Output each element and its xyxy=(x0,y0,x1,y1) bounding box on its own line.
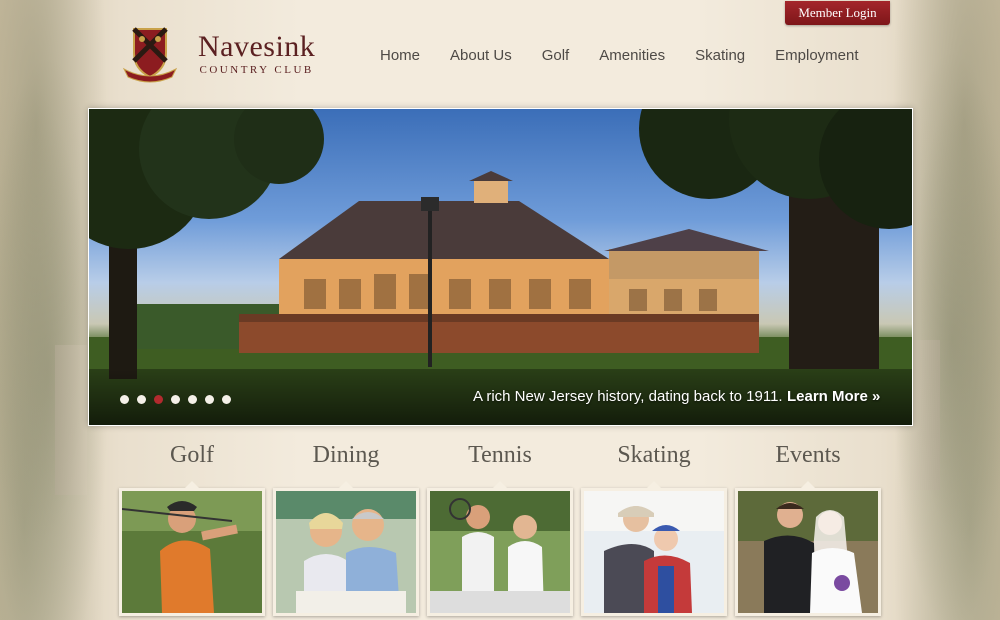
tennis-photo xyxy=(430,491,570,613)
feature-tile-tennis[interactable] xyxy=(427,488,573,616)
crest-icon xyxy=(122,27,178,83)
feature-title-events[interactable]: Events xyxy=(735,442,881,469)
slide-dot-3[interactable] xyxy=(154,395,163,404)
tile-notch-golf xyxy=(182,481,202,491)
skating-photo xyxy=(584,491,724,613)
feature-tile-events[interactable] xyxy=(735,488,881,616)
feature-tile-dining[interactable] xyxy=(273,488,419,616)
logo-name: Navesink xyxy=(198,30,316,63)
slide-dot-7[interactable] xyxy=(222,395,231,404)
learn-more-link[interactable]: Learn More » xyxy=(787,388,880,405)
feature-title-dining[interactable]: Dining xyxy=(273,442,419,469)
tile-notch-events xyxy=(798,481,818,491)
background-pillar-right xyxy=(910,340,940,490)
feature-tile-skating[interactable] xyxy=(581,488,727,616)
slide-dot-4[interactable] xyxy=(171,395,180,404)
nav-item-about-us[interactable]: About Us xyxy=(435,45,527,69)
feature-title-tennis[interactable]: Tennis xyxy=(427,442,573,469)
nav-item-amenities[interactable]: Amenities xyxy=(584,45,680,69)
logo-subtitle: COUNTRY CLUB xyxy=(199,64,314,76)
slide-dots xyxy=(120,395,239,404)
tile-notch-skating xyxy=(644,481,664,491)
site-logo[interactable]: Navesink COUNTRY CLUB xyxy=(120,22,330,86)
events-photo xyxy=(738,491,878,613)
member-login-button[interactable]: Member Login xyxy=(785,1,890,25)
slide-dot-6[interactable] xyxy=(205,395,214,404)
feature-title-skating[interactable]: Skating xyxy=(581,442,727,469)
dining-photo xyxy=(276,491,416,613)
tile-notch-dining xyxy=(336,481,356,491)
slide-dot-2[interactable] xyxy=(137,395,146,404)
hero-slideshow[interactable]: A rich New Jersey history, dating back t… xyxy=(88,108,913,426)
nav-item-home[interactable]: Home xyxy=(365,45,435,69)
nav-item-employment[interactable]: Employment xyxy=(760,45,873,69)
feature-title-golf[interactable]: Golf xyxy=(119,442,265,469)
nav-item-golf[interactable]: Golf xyxy=(527,45,585,69)
slide-dot-5[interactable] xyxy=(188,395,197,404)
feature-tile-golf[interactable] xyxy=(119,488,265,616)
tile-notch-tennis xyxy=(490,481,510,491)
golf-photo xyxy=(122,491,262,613)
slide-dot-1[interactable] xyxy=(120,395,129,404)
nav-item-skating[interactable]: Skating xyxy=(680,45,760,69)
main-nav: Home About Us Golf Amenities Skating Emp… xyxy=(365,45,874,69)
hero-caption: A rich New Jersey history, dating back t… xyxy=(473,388,783,405)
background-pillar-left xyxy=(55,345,87,495)
